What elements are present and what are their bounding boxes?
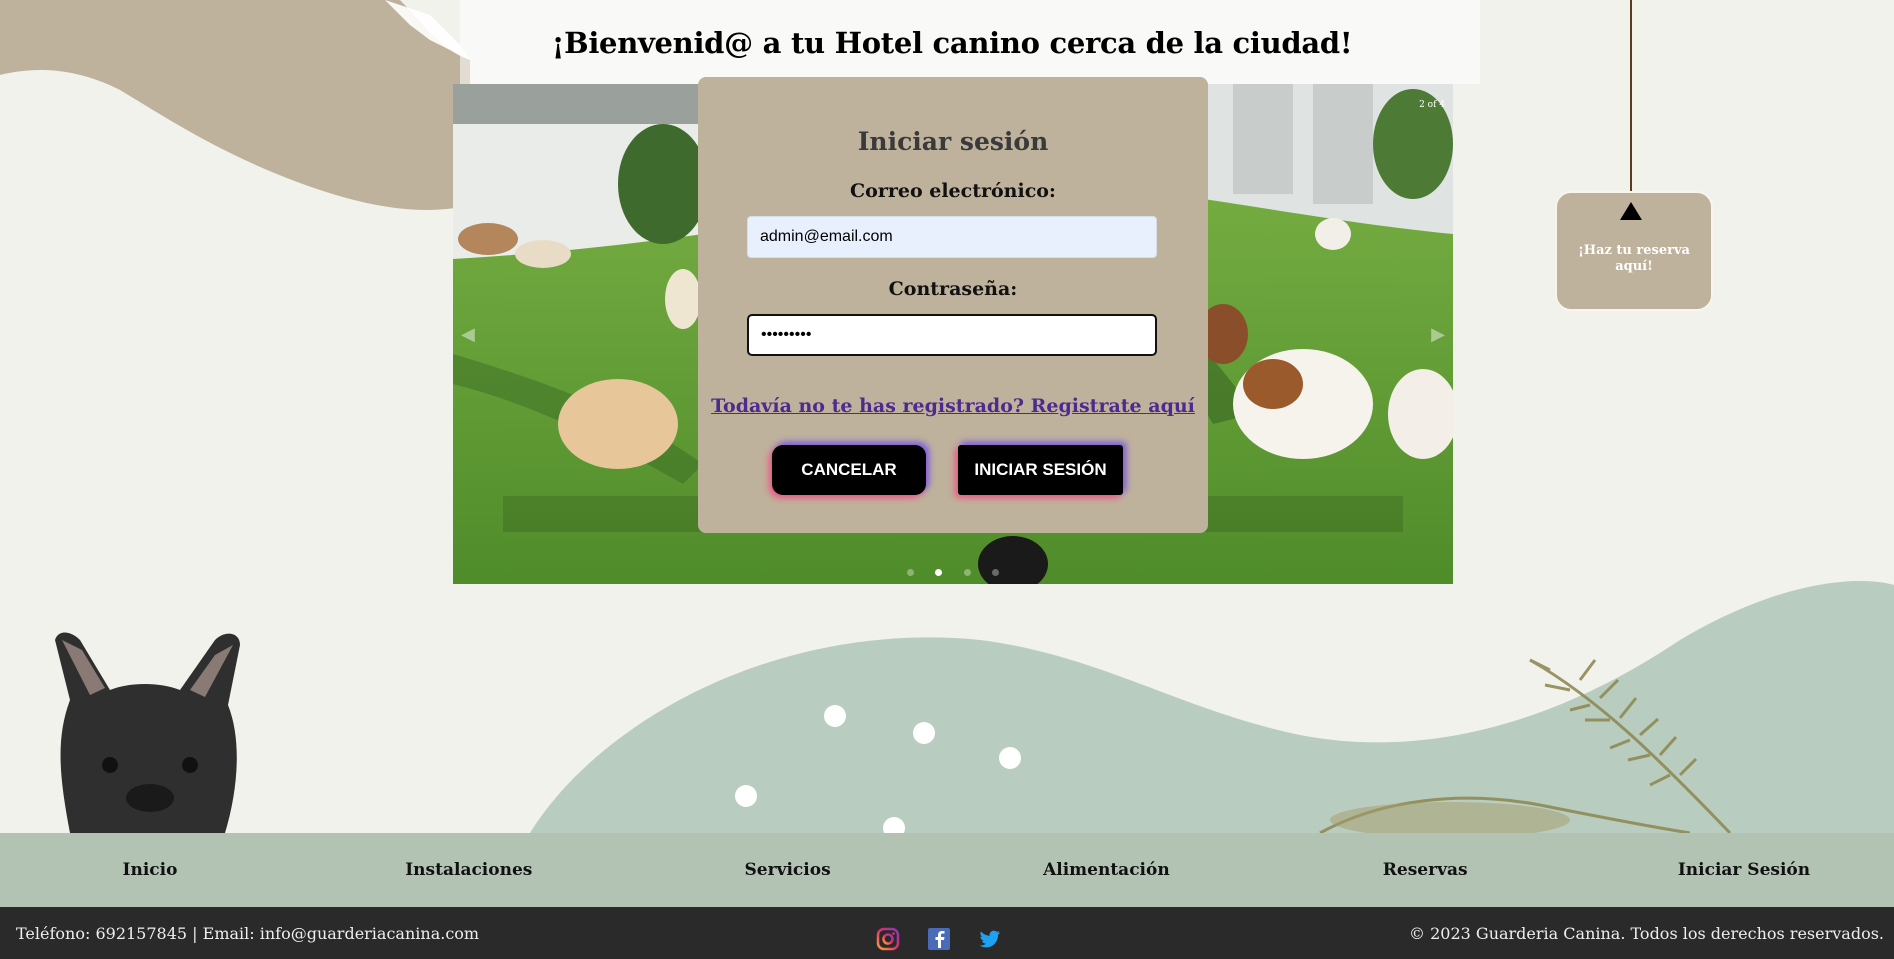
- hanging-cord: [1630, 0, 1632, 200]
- nav-item-inicio[interactable]: Inicio: [75, 860, 225, 880]
- bulldog-illustration: [55, 632, 240, 833]
- footer: Teléfono: 692157845 | Email: info@guarde…: [0, 907, 1894, 959]
- cancel-button[interactable]: CANCELAR: [772, 445, 926, 495]
- login-heading: Iniciar sesión: [857, 127, 1049, 156]
- chevron-right-icon[interactable]: ▶: [1431, 324, 1445, 345]
- nav-item-alimentacion[interactable]: Alimentación: [1031, 860, 1181, 880]
- slide-counter: 2 of 4: [1419, 100, 1445, 110]
- nav-item-reservas[interactable]: Reservas: [1350, 860, 1500, 880]
- register-link[interactable]: Todavía no te has registrado? Registrate…: [698, 395, 1208, 417]
- decor-dot: [824, 705, 846, 727]
- carousel-dot[interactable]: [991, 569, 999, 576]
- decor-dot: [913, 722, 935, 744]
- carousel-dot[interactable]: [963, 569, 971, 576]
- carousel-dot-active[interactable]: [935, 569, 943, 576]
- decor-dot: [735, 785, 757, 807]
- password-field[interactable]: [747, 314, 1157, 356]
- instagram-icon[interactable]: [876, 927, 900, 951]
- carousel-indicators[interactable]: [453, 561, 1453, 580]
- chevron-left-icon[interactable]: ◀: [461, 324, 475, 345]
- nav-item-servicios[interactable]: Servicios: [713, 860, 863, 880]
- bottom-nav: Inicio Instalaciones Servicios Alimentac…: [0, 833, 1894, 907]
- facebook-icon[interactable]: [927, 927, 951, 951]
- footer-copyright: © 2023 Guarderia Canina. Todos los derec…: [1409, 924, 1884, 943]
- nav-item-instalaciones[interactable]: Instalaciones: [394, 860, 544, 880]
- social-links: [876, 927, 1024, 951]
- sage-hill-shape: [530, 580, 1894, 833]
- email-label: Correo electrónico:: [850, 180, 1056, 202]
- page-title: ¡Bienvenid@ a tu Hotel canino cerca de l…: [551, 26, 1353, 60]
- pin-triangle-icon: [1620, 202, 1642, 220]
- carousel-dot[interactable]: [907, 569, 915, 576]
- footer-contact: Teléfono: 692157845 | Email: info@guarde…: [16, 924, 480, 943]
- twitter-icon[interactable]: [978, 927, 1002, 951]
- nav-item-iniciar-sesion[interactable]: Iniciar Sesión: [1669, 860, 1819, 880]
- reserve-label: ¡Haz tu reserva aquí!: [1578, 243, 1690, 274]
- login-modal: Iniciar sesión Correo electrónico: Contr…: [698, 77, 1208, 533]
- email-field[interactable]: [747, 216, 1157, 258]
- login-submit-button[interactable]: INICIAR SESIÓN: [958, 445, 1123, 495]
- password-label: Contraseña:: [888, 278, 1018, 300]
- decor-dot: [999, 747, 1021, 769]
